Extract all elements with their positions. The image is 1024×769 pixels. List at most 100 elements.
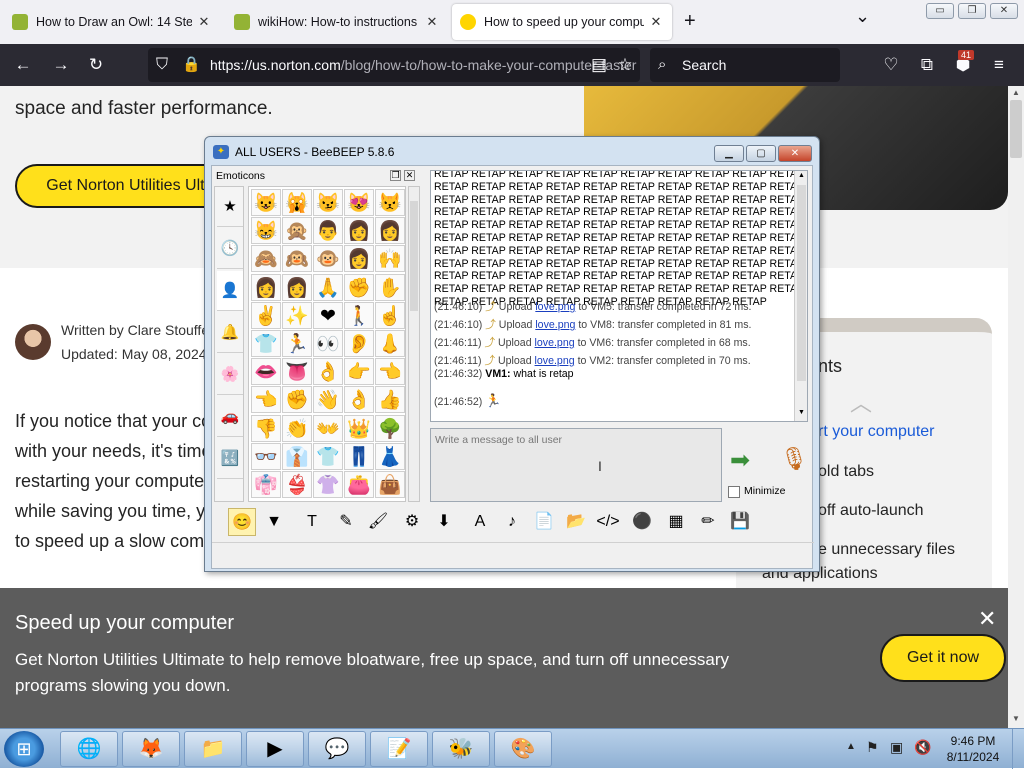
emoticon-tongue-icon[interactable]: 👅: [282, 358, 312, 386]
toolbar-text-style-icon[interactable]: A: [466, 508, 494, 536]
forward-icon[interactable]: →: [50, 54, 72, 76]
close-icon[interactable]: ✕: [196, 14, 212, 30]
shield-icon[interactable]: ⛉: [156, 48, 168, 82]
toolbar-file-icon[interactable]: 📄: [530, 508, 558, 536]
file-link[interactable]: love.png: [535, 337, 575, 349]
float-icon[interactable]: ❐: [390, 170, 401, 181]
emoticon-point-left-icon[interactable]: 👈: [251, 386, 281, 414]
reload-icon[interactable]: ↻: [85, 54, 107, 76]
emoticon-ok-hand-icon[interactable]: 👌: [313, 358, 343, 386]
chat-scroll-thumb[interactable]: [797, 185, 806, 381]
toolbar-brush-icon[interactable]: 🖌: [364, 508, 392, 536]
emoticon-wave-icon[interactable]: 👋: [313, 386, 343, 414]
emoticon-jeans-icon[interactable]: 👖: [344, 442, 374, 470]
category-people-icon[interactable]: 👤: [217, 271, 243, 311]
taskbar-internet-explorer-icon[interactable]: 🌐: [60, 731, 118, 767]
emoticon-sparkles-icon[interactable]: ✨: [282, 301, 312, 329]
taskbar-notepad-icon[interactable]: 📝: [370, 731, 428, 767]
category-places-icon[interactable]: 🚗: [217, 397, 243, 437]
action-center-flag-icon[interactable]: ⚑: [866, 739, 879, 756]
tray-expand-icon[interactable]: ▲: [846, 741, 856, 752]
restore-button[interactable]: ❐: [958, 3, 986, 19]
pocket-icon[interactable]: ♡: [880, 54, 902, 76]
chat-scrollbar[interactable]: ▲ ▼: [794, 171, 807, 421]
toolbar-emoticons-icon[interactable]: 😊: [228, 508, 256, 536]
toolbar-grid-icon[interactable]: ▦: [662, 508, 690, 536]
emoticon-nose-icon[interactable]: 👃: [375, 330, 405, 357]
url-bar[interactable]: ⛉ 🔒 https://us.norton.com/blog/how-to/ho…: [148, 48, 640, 82]
emoticon-fist-icon[interactable]: ✊: [344, 273, 374, 301]
extensions-icon[interactable]: ⧉: [916, 54, 938, 76]
emoticon-crown-icon[interactable]: 👑: [344, 414, 374, 442]
scroll-thumb[interactable]: [1010, 100, 1022, 158]
emoticon-open-hands-icon[interactable]: 👐: [313, 414, 343, 442]
emoticon-cat-icon[interactable]: 😻: [344, 189, 374, 216]
taskbar-file-explorer-icon[interactable]: 📁: [184, 731, 242, 767]
emoticon-glasses-icon[interactable]: 👓: [251, 442, 281, 470]
emoticon-point-up-icon[interactable]: ☝: [375, 301, 405, 329]
emoticon-point-right-icon[interactable]: 👉: [344, 358, 374, 386]
emoticon-kimono-icon[interactable]: 👘: [251, 471, 281, 498]
emoticon-monkey-icon[interactable]: 🙉: [282, 245, 312, 273]
emoticon-hands-icon[interactable]: 🙌: [375, 245, 405, 273]
banner-close-icon[interactable]: ✕: [978, 606, 996, 632]
toc-item-restart[interactable]: rt your computer: [818, 423, 934, 441]
emoticon-monkey-icon[interactable]: 🙊: [282, 217, 312, 245]
menu-icon[interactable]: ≡: [988, 54, 1010, 76]
emoticon-ok-hand-icon[interactable]: 👌: [344, 386, 374, 414]
bb-close-button[interactable]: ✕: [778, 145, 812, 162]
close-window-button[interactable]: ✕: [990, 3, 1018, 19]
taskbar-chat-app-icon[interactable]: 💬: [308, 731, 366, 767]
category-recent-icon[interactable]: ★: [217, 187, 243, 227]
emoticon-monkey-icon[interactable]: 🐵: [313, 245, 343, 273]
emoticon-tree-icon[interactable]: 🌳: [375, 414, 405, 442]
file-link[interactable]: love.png: [535, 301, 575, 313]
emoticon-thumbs-down-icon[interactable]: 👎: [251, 414, 281, 442]
reader-view-icon[interactable]: ▤: [588, 54, 610, 76]
toc-item-tabs[interactable]: old tabs: [818, 463, 874, 481]
message-input[interactable]: Write a message to all user: [430, 428, 722, 502]
emoticon-pray-icon[interactable]: 🙏: [313, 273, 343, 301]
toolbar-download-icon[interactable]: ⬇: [430, 508, 458, 536]
chevron-up-icon[interactable]: ︿: [850, 386, 872, 418]
tab-norton[interactable]: How to speed up your computer: 1 ✕: [452, 4, 672, 40]
scroll-up-icon[interactable]: ▲: [1012, 88, 1020, 97]
emoticon-woman-icon[interactable]: 👩: [251, 273, 281, 301]
emoticon-point-left-icon[interactable]: 👈: [375, 358, 405, 386]
scroll-down-icon[interactable]: ▼: [798, 409, 805, 416]
clock-time[interactable]: 9:46 PM: [948, 734, 998, 748]
emoticon-tshirt-icon[interactable]: 👕: [313, 442, 343, 470]
emoticon-shirt-icon[interactable]: 👕: [251, 330, 281, 357]
emoticon-cat-icon[interactable]: 😼: [313, 189, 343, 216]
search-input[interactable]: ⌕ Search: [650, 48, 840, 82]
emoticon-woman-icon[interactable]: 👩: [282, 273, 312, 301]
category-symbols-icon[interactable]: 🔣: [217, 439, 243, 479]
tab-list-button[interactable]: ⌄: [855, 6, 870, 27]
emoticon-ear-icon[interactable]: 👂: [344, 330, 374, 357]
emoticon-victory-icon[interactable]: ✌: [251, 301, 281, 329]
category-nature-icon[interactable]: 🌸: [217, 355, 243, 395]
emoticon-clap-icon[interactable]: 👏: [282, 414, 312, 442]
toolbar-settings-icon[interactable]: ⚙: [398, 508, 426, 536]
scroll-down-icon[interactable]: ▼: [1012, 714, 1020, 723]
emoticon-bikini-icon[interactable]: 👙: [282, 471, 312, 498]
toolbar-code-icon[interactable]: </>: [594, 508, 622, 536]
emoticon-cat-icon[interactable]: 🙀: [282, 189, 312, 216]
close-icon[interactable]: ✕: [648, 14, 664, 30]
scroll-up-icon[interactable]: ▲: [798, 172, 805, 179]
toolbar-pen-icon[interactable]: ✎: [332, 508, 360, 536]
file-link[interactable]: love.png: [535, 355, 575, 367]
taskbar-media-player-icon[interactable]: ▶: [246, 731, 304, 767]
emoticon-fist-icon[interactable]: ✊: [282, 386, 312, 414]
microphone-icon[interactable]: 🎙: [780, 446, 808, 476]
emoticon-monkey-icon[interactable]: 🙈: [251, 245, 281, 273]
new-tab-button[interactable]: +: [684, 10, 696, 33]
taskbar-paint-icon[interactable]: 🎨: [494, 731, 552, 767]
taskbar-beebeep-icon[interactable]: 🐝: [432, 731, 490, 767]
emoticon-hand-icon[interactable]: ✋: [375, 273, 405, 301]
emoticon-lips-icon[interactable]: 👄: [251, 358, 281, 386]
toolbar-record-icon[interactable]: ⚫: [628, 508, 656, 536]
bookmark-star-icon[interactable]: ☆: [614, 54, 636, 76]
bb-maximize-button[interactable]: ▢: [746, 145, 776, 162]
toolbar-save-icon[interactable]: 💾: [726, 508, 754, 536]
